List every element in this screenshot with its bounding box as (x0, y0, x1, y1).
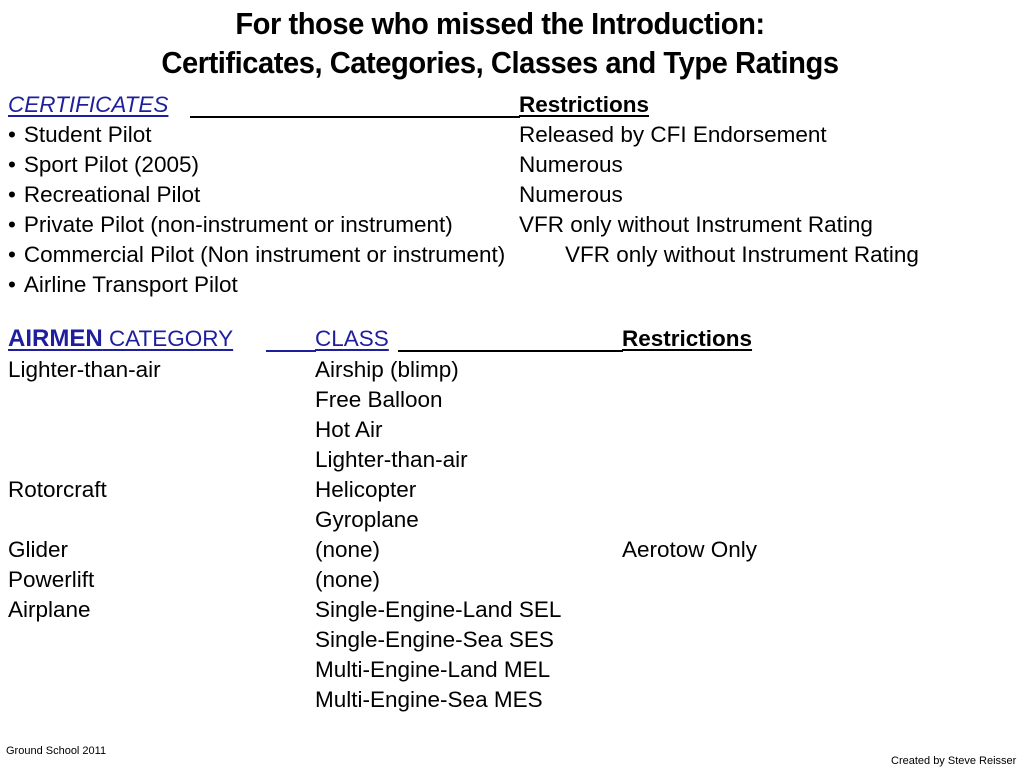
certificate-restriction: VFR only without Instrument Rating (565, 242, 919, 267)
certificate-restriction: Released by CFI Endorsement (519, 122, 827, 147)
class-cell: Single-Engine-Sea SES (315, 627, 554, 652)
title-line-1: For those who missed the Introduction: (235, 6, 765, 41)
certificate-restriction: Numerous (519, 182, 623, 207)
bullet-icon: • (8, 212, 16, 237)
category-cell: Airplane (8, 597, 91, 622)
certificates-heading-link[interactable]: CERTIFICATES (8, 90, 168, 120)
bullet-icon: • (8, 182, 16, 207)
certificate-restriction: Numerous (519, 152, 623, 177)
class-cell: Helicopter (315, 477, 417, 502)
certificate-name: Recreational Pilot (23, 182, 201, 207)
bullet-icon: • (8, 152, 16, 177)
certificate-name: Sport Pilot (2005) (23, 152, 199, 177)
certificates-restrictions-heading: Restrictions (519, 92, 650, 117)
title-line-2: Certificates, Categories, Classes and Ty… (161, 45, 839, 80)
bullet-icon: • (8, 242, 16, 267)
category-heading-rule (266, 350, 316, 352)
class-heading-rule (398, 350, 623, 352)
certificate-name: Airline Transport Pilot (23, 272, 238, 297)
class-cell: Multi-Engine-Sea MES (315, 687, 543, 712)
class-cell: Lighter-than-air (315, 447, 468, 472)
category-cell: Powerlift (8, 567, 95, 592)
class-cell: Gyroplane (315, 507, 419, 532)
class-cell: (none) (315, 537, 381, 562)
class-cell: (none) (315, 567, 381, 592)
certificate-restriction: VFR only without Instrument Rating (519, 212, 873, 237)
certificate-item: • Airline Transport Pilot (8, 270, 238, 300)
airmen-heading-word: AIRMEN (8, 325, 103, 352)
category-cell: Glider (8, 537, 69, 562)
certificates-heading-rule (190, 116, 520, 118)
certificate-name: Commercial Pilot (Non instrument or inst… (23, 242, 506, 267)
certificate-name: Student Pilot (23, 122, 152, 147)
bullet-icon: • (8, 272, 16, 297)
airmen-category-heading: AIRMEN CATEGORY (8, 324, 233, 354)
certificate-item: • Commercial Pilot (Non instrument or ins… (8, 240, 505, 270)
certificate-item: • Recreational Pilot (8, 180, 200, 210)
class-cell: Free Balloon (315, 387, 443, 412)
certificate-item: • Student Pilot (8, 120, 151, 150)
category-heading-word: CATEGORY (108, 326, 234, 351)
class-cell: Hot Air (315, 417, 383, 442)
footer-course: Ground School 2011 (6, 745, 107, 757)
slide-title: For those who missed the Introduction: C… (30, 4, 970, 82)
certificate-item: • Private Pilot (non-instrument or instru… (8, 210, 453, 240)
category-cell: Lighter-than-air (8, 357, 161, 382)
category-cell: Rotorcraft (8, 477, 107, 502)
footer-author: Created by Steve Reisser (891, 755, 1017, 767)
class-cell: Multi-Engine-Land MEL (315, 657, 551, 682)
class-cell: Airship (blimp) (315, 357, 459, 382)
bullet-icon: • (8, 122, 16, 147)
certificate-item: • Sport Pilot (2005) (8, 150, 199, 180)
certificate-name: Private Pilot (non-instrument or instrum… (23, 212, 453, 237)
class-heading: CLASS (315, 326, 389, 351)
categories-restrictions-heading: Restrictions (622, 326, 753, 351)
class-cell: Single-Engine-Land SEL (315, 597, 562, 622)
restriction-cell: Aerotow Only (622, 537, 758, 562)
